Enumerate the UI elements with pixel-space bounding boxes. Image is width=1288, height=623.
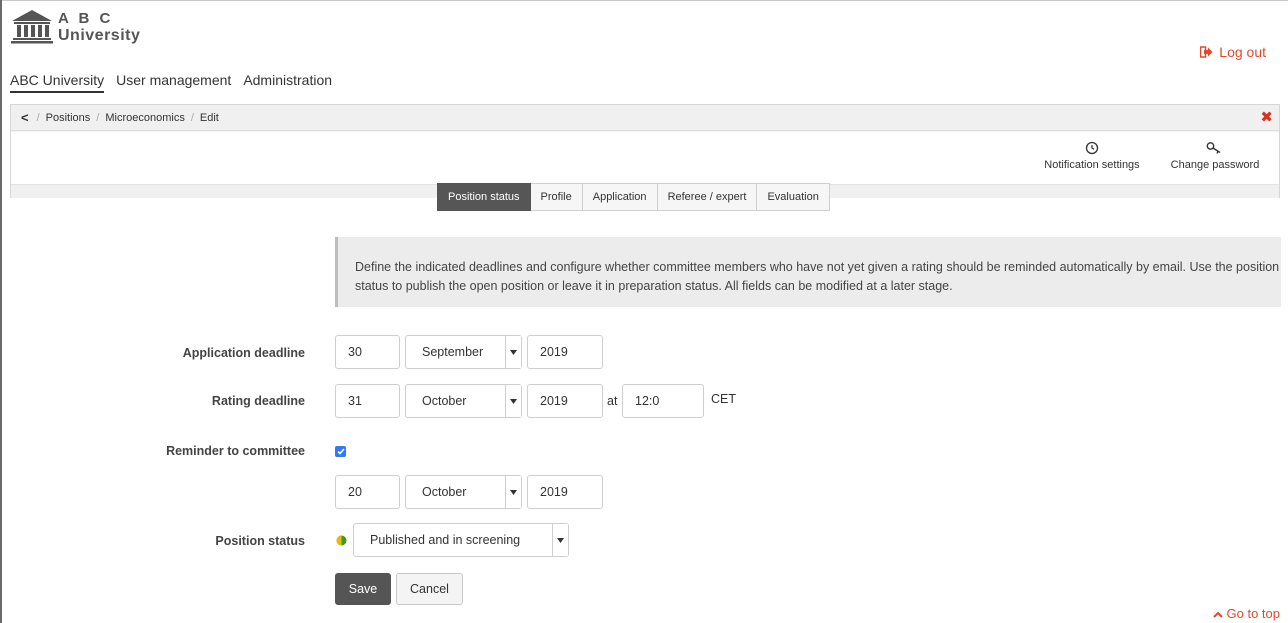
application-deadline-month-select[interactable]: September [405,335,522,369]
tab-evaluation[interactable]: Evaluation [757,183,830,211]
reminder-month-value: October [422,485,467,499]
window-top-border [0,0,1288,1]
change-password-button[interactable]: Change password [1161,141,1269,171]
rating-deadline-label: Rating deadline [211,394,305,408]
position-status-select[interactable]: Published and in screening [353,523,569,557]
check-icon [336,448,345,455]
cancel-button[interactable]: Cancel [396,573,463,605]
nav-item-abc-university[interactable]: ABC University [10,72,105,93]
application-deadline-year-input[interactable]: 2019 [527,335,603,369]
breadcrumb-microeconomics[interactable]: Microeconomics [105,112,184,124]
breadcrumb-positions[interactable]: Positions [46,112,91,124]
application-deadline-day-input[interactable]: 30 [335,335,400,369]
window-left-border [0,0,2,623]
application-deadline-label: Application deadline [182,346,305,360]
chevron-up-icon [1212,606,1223,621]
timezone-label: CET [711,392,736,406]
rating-deadline-time-input[interactable]: 12:0 [622,384,704,418]
reminder-year-input[interactable]: 2019 [527,475,603,509]
application-deadline-month-value: September [422,345,484,359]
reminder-month-select[interactable]: October [405,475,522,509]
section-tabs: Position status Profile Application Refe… [437,183,830,211]
dropdown-arrow-icon [505,336,521,368]
go-to-top-label: Go to top [1226,606,1280,621]
go-to-top-link[interactable]: Go to top [1212,606,1280,621]
clock-icon [1030,141,1154,159]
breadcrumb-separator: / [96,111,100,124]
status-indicator-icon [336,534,347,549]
notification-settings-button[interactable]: Notification settings [1030,141,1154,171]
logo-line-1: A B C [58,10,114,27]
rating-deadline-month-select[interactable]: October [405,384,522,418]
tab-profile[interactable]: Profile [530,183,583,211]
change-password-label: Change password [1170,159,1260,171]
nav-item-user-management[interactable]: User management [116,72,231,93]
breadcrumb-separator: / [190,111,194,124]
breadcrumb: < / Positions / Microeconomics / Edit [11,105,1279,131]
breadcrumb-edit: Edit [199,111,219,124]
tab-application[interactable]: Application [582,183,658,211]
info-box: Define the indicated deadlines and confi… [335,237,1281,307]
tab-referee-expert[interactable]: Referee / expert [657,183,758,211]
dropdown-arrow-icon [505,476,521,508]
reminder-day-input[interactable]: 20 [335,475,400,509]
rating-deadline-month-value: October [422,394,467,408]
position-status-value: Published and in screening [370,533,521,547]
dropdown-arrow-icon [505,385,521,417]
reminder-label: Reminder to committee [166,444,305,458]
logout-link[interactable]: Log out [1200,44,1266,60]
tab-position-status[interactable]: Position status [437,183,531,211]
rating-deadline-day-input[interactable]: 31 [335,384,400,418]
breadcrumb-separator: / [36,111,40,124]
back-chevron-icon[interactable]: < [21,110,29,125]
main-nav: ABC University User management Administr… [10,72,332,93]
rating-deadline-at-label: at [607,394,618,408]
logout-label: Log out [1219,44,1266,60]
save-button[interactable]: Save [335,573,391,605]
university-logo[interactable]: A B C University [10,10,140,44]
key-icon [1161,141,1269,159]
nav-item-administration[interactable]: Administration [243,72,332,93]
rating-deadline-year-input[interactable]: 2019 [527,384,603,418]
notification-settings-label: Notification settings [1044,159,1140,171]
sign-out-icon [1200,46,1213,58]
dropdown-arrow-icon [552,524,568,556]
position-status-label: Position status [215,534,305,548]
logo-line-2: University [58,27,141,44]
reminder-checkbox[interactable] [335,446,346,457]
close-icon[interactable]: ✖ [1260,110,1273,125]
logo-text: A B C University [58,10,140,44]
building-icon [10,10,54,44]
